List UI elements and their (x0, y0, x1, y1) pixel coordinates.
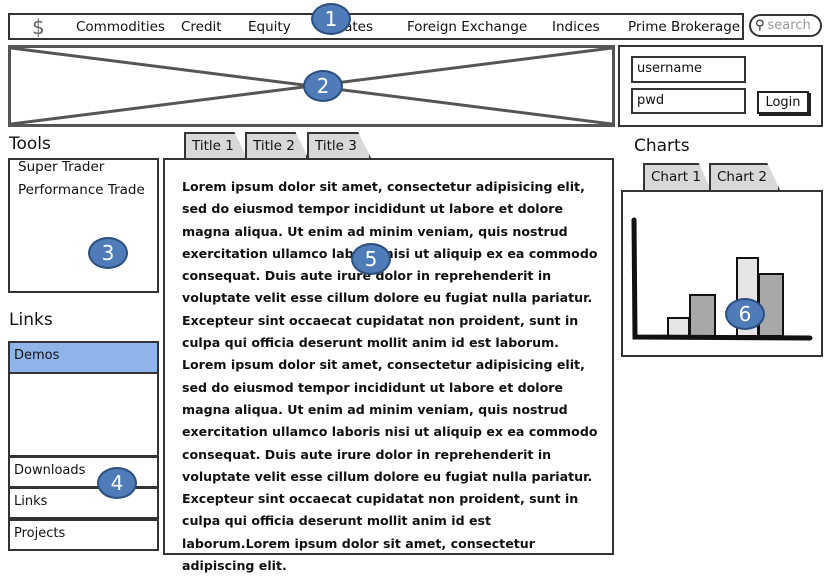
badge-6: 6 (725, 298, 765, 330)
charts-heading: Charts (634, 136, 690, 156)
link-demos[interactable]: Demos (8, 341, 159, 374)
tab-chart-2[interactable]: Chart 2 (709, 163, 780, 190)
search-placeholder: search (767, 18, 811, 33)
badge-2: 2 (303, 70, 343, 102)
badge-1: 1 (311, 3, 351, 35)
link-projects[interactable]: Projects (8, 519, 159, 551)
tab-chart-1[interactable]: Chart 1 (643, 163, 711, 190)
nav-prime-brokerage[interactable]: Prime Brokerage (628, 19, 740, 35)
tools-heading: Tools (9, 134, 51, 154)
main-content: Lorem ipsum dolor sit amet, consectetur … (163, 158, 614, 573)
search-input[interactable]: ⚲ search (749, 14, 822, 37)
tools-list (8, 158, 159, 293)
links-heading: Links (9, 310, 53, 330)
chart-panel (621, 190, 823, 357)
tool-super-trader[interactable]: Super Trader (18, 159, 104, 175)
search-icon: ⚲ (755, 18, 765, 33)
username-field[interactable]: username (631, 56, 746, 83)
nav-credit[interactable]: Credit (181, 19, 222, 35)
nav-commodities[interactable]: Commodities (76, 19, 165, 35)
badge-3: 3 (88, 237, 128, 269)
badge-4: 4 (97, 467, 137, 499)
tool-performance-trade[interactable]: Performance Trade (18, 182, 145, 198)
password-field[interactable]: pwd (631, 88, 746, 114)
tab-title-3[interactable]: Title 3 (307, 132, 371, 158)
login-button[interactable]: Login (757, 91, 809, 114)
logo-dollar-icon: $ (32, 15, 45, 39)
nav-foreign-exchange[interactable]: Foreign Exchange (407, 19, 527, 35)
tab-title-2[interactable]: Title 2 (245, 132, 308, 158)
badge-5: 5 (351, 243, 391, 275)
link-links[interactable]: Links (8, 487, 159, 519)
top-nav: $ Commodities Credit Equity Rates Foreig… (8, 13, 744, 40)
nav-indices[interactable]: Indices (552, 19, 600, 35)
nav-equity[interactable]: Equity (248, 19, 291, 35)
tab-title-1[interactable]: Title 1 (184, 132, 247, 158)
bar-chart-icon (631, 217, 813, 341)
